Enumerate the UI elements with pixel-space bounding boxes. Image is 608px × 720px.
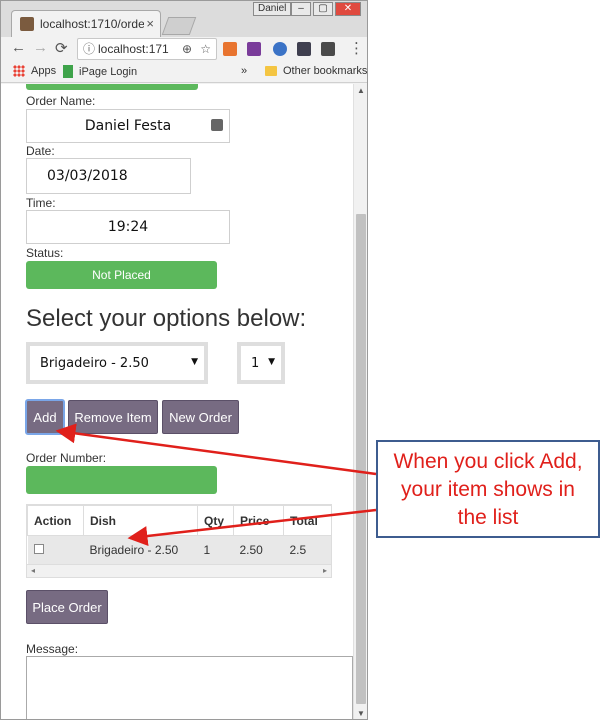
minimize-button[interactable]: – <box>291 2 311 16</box>
column-header-qty: Qty <box>197 505 234 536</box>
table-row: Brigadeiro - 2.50 1 2.50 2.5 <box>27 535 331 564</box>
scrollbar-thumb[interactable] <box>356 214 366 704</box>
previous-field-bar <box>26 84 198 90</box>
tab-title: localhost:1710/orderadd <box>40 17 144 31</box>
page-viewport: Order Name: Daniel Festa Date: 03/03/201… <box>1 84 353 719</box>
folder-icon <box>265 66 277 76</box>
place-order-button[interactable]: Place Order <box>26 590 108 624</box>
extension-icon[interactable] <box>273 42 287 56</box>
address-bar[interactable]: ⓘ localhost:171 ⊕ ☆ <box>77 38 217 60</box>
table-horizontal-scrollbar[interactable]: ◂ ▸ <box>27 564 331 577</box>
order-number-badge <box>26 466 217 494</box>
column-header-dish: Dish <box>83 505 198 536</box>
message-textarea[interactable] <box>26 656 353 719</box>
info-icon[interactable]: ⓘ <box>83 39 95 59</box>
quantity-select[interactable]: 1 ▼ <box>237 342 285 384</box>
close-window-button[interactable]: ✕ <box>335 2 361 16</box>
remove-item-button[interactable]: Remove Item <box>68 400 158 434</box>
chevron-down-icon: ▼ <box>268 357 275 367</box>
forward-icon[interactable]: → <box>33 39 48 56</box>
order-number-label: Order Number: <box>26 451 107 465</box>
column-header-total: Total <box>283 505 331 536</box>
cell-qty: 1 <box>197 535 234 564</box>
office-extension-icon[interactable] <box>223 42 237 56</box>
scroll-right-icon[interactable]: ▸ <box>323 566 327 575</box>
callout-line-3: the list <box>457 506 519 529</box>
new-tab-button[interactable] <box>161 17 197 35</box>
scroll-up-icon[interactable]: ▲ <box>357 86 365 95</box>
dish-select-value: Brigadeiro - 2.50 <box>40 355 149 371</box>
order-items-table: Action Dish Qty Price Total Brigadeiro -… <box>26 504 332 578</box>
bookmarks-overflow[interactable]: » <box>241 65 247 77</box>
date-label: Date: <box>26 144 55 158</box>
date-input[interactable]: 03/03/2018 <box>26 158 191 194</box>
annotation-callout: When you click Add, your item shows in t… <box>376 440 600 538</box>
status-label: Status: <box>26 246 64 260</box>
cell-total: 2.5 <box>283 535 331 564</box>
quantity-select-value: 1 <box>251 355 260 371</box>
bookmark-apps[interactable]: Apps <box>13 65 56 77</box>
browser-toolbar: ← → ⟳ ⓘ localhost:171 ⊕ ☆ ⋮ <box>1 37 367 61</box>
table-header-row: Action Dish Qty Price Total <box>27 505 331 536</box>
time-input[interactable]: 19:24 <box>26 210 230 244</box>
scroll-down-icon[interactable]: ▼ <box>357 709 365 718</box>
chevron-down-icon: ▼ <box>191 357 198 367</box>
back-icon[interactable]: ← <box>11 39 26 56</box>
add-button[interactable]: Add <box>25 399 65 435</box>
profile-name-badge[interactable]: Daniel <box>253 2 292 16</box>
order-name-input[interactable]: Daniel Festa <box>26 109 230 143</box>
cell-dish: Brigadeiro - 2.50 <box>83 535 198 564</box>
status-badge: Not Placed <box>26 261 217 289</box>
bookmark-label: iPage Login <box>79 65 138 78</box>
column-header-action: Action <box>27 505 84 536</box>
zoom-icon[interactable]: ⊕ <box>182 39 192 59</box>
cell-price: 2.50 <box>233 535 284 564</box>
autofill-icon[interactable] <box>211 119 223 131</box>
page-scrollbar[interactable]: ▲ ▼ <box>353 84 367 719</box>
reload-icon[interactable]: ⟳ <box>55 39 68 57</box>
browser-menu-icon[interactable]: ⋮ <box>349 39 364 57</box>
bookmarks-bar: Apps iPage Login » Other bookmarks <box>1 61 367 83</box>
dish-select[interactable]: Brigadeiro - 2.50 ▼ <box>26 342 208 384</box>
apps-grid-icon <box>13 65 25 77</box>
onenote-extension-icon[interactable] <box>247 42 261 56</box>
title-bar: localhost:1710/orderadd × Daniel – ▢ ✕ <box>1 1 367 37</box>
options-heading: Select your options below: <box>26 305 307 332</box>
message-label: Message: <box>26 642 79 656</box>
extension-dots-icon[interactable] <box>297 42 311 56</box>
scroll-left-icon[interactable]: ◂ <box>31 566 35 575</box>
order-name-label: Order Name: <box>26 94 96 108</box>
site-favicon-icon <box>20 17 34 31</box>
column-header-price: Price <box>233 505 284 536</box>
close-tab-icon[interactable]: × <box>146 16 154 31</box>
bookmark-label: Other bookmarks <box>283 65 368 77</box>
time-label: Time: <box>26 196 56 210</box>
bookmark-ipage[interactable]: iPage Login <box>63 65 137 78</box>
row-select-checkbox[interactable] <box>33 543 44 554</box>
address-text: localhost:171 <box>98 42 169 56</box>
browser-window: localhost:1710/orderadd × Daniel – ▢ ✕ ←… <box>0 0 368 720</box>
maximize-button[interactable]: ▢ <box>313 2 333 16</box>
callout-line-1: When you click Add, <box>393 450 583 473</box>
bookmark-label: Apps <box>31 65 57 77</box>
order-name-value: Daniel Festa <box>84 118 172 134</box>
callout-line-2: your item shows in <box>401 478 575 501</box>
bookmark-other[interactable]: Other bookmarks <box>265 65 367 77</box>
bookmark-star-icon[interactable]: ☆ <box>200 39 211 59</box>
browser-tab[interactable]: localhost:1710/orderadd × <box>11 10 161 37</box>
ipage-icon <box>63 65 73 78</box>
shield-extension-icon[interactable] <box>321 42 335 56</box>
new-order-button[interactable]: New Order <box>162 400 239 434</box>
